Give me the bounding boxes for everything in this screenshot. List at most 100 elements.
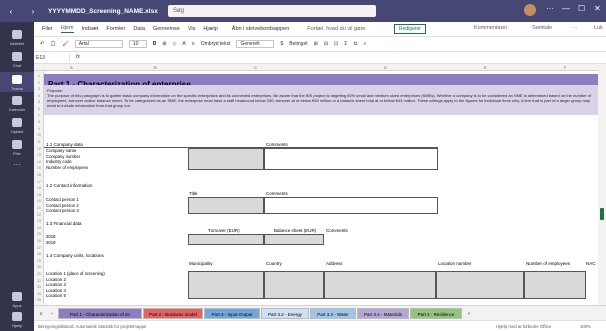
row-number[interactable]: 1: [34, 74, 44, 78]
rail-item-teams[interactable]: Teams: [0, 72, 34, 92]
row-number[interactable]: 3: [34, 87, 44, 91]
insert-icon[interactable]: ⊞: [314, 41, 318, 47]
company-comments-input[interactable]: [264, 148, 438, 170]
row-number[interactable]: 32: [34, 279, 44, 283]
row-number[interactable]: 28: [34, 252, 44, 256]
row-number[interactable]: 27: [34, 246, 44, 250]
autosum-icon[interactable]: Σ: [344, 41, 347, 47]
rail-item-calendar[interactable]: Kalender: [0, 96, 34, 112]
delete-icon[interactable]: ⊟: [324, 41, 328, 47]
location-number-input[interactable]: [436, 271, 524, 299]
search-input[interactable]: Søg: [168, 5, 376, 17]
row-number[interactable]: 15: [34, 166, 44, 170]
balance-input[interactable]: [264, 234, 324, 245]
currency-icon[interactable]: $: [280, 41, 283, 47]
help-improve-link[interactable]: Hjælp med at forbedre Office: [496, 324, 551, 329]
more-icon[interactable]: ···: [546, 4, 554, 13]
tab-part-4[interactable]: Part 4 - Resilience: [410, 308, 462, 319]
align-icon[interactable]: ≡: [192, 41, 195, 47]
number-format-select[interactable]: Generelt: [236, 40, 275, 48]
conversation-button[interactable]: Samtale: [532, 25, 552, 31]
row-number[interactable]: 9: [34, 127, 44, 131]
row-number[interactable]: 30: [34, 265, 44, 269]
add-sheet-button[interactable]: +: [464, 308, 474, 319]
row-number[interactable]: 16: [34, 173, 44, 177]
contact-comments-input[interactable]: [264, 197, 438, 214]
country-input[interactable]: [264, 271, 324, 299]
menu-review[interactable]: Gennemse: [153, 26, 180, 32]
row-number[interactable]: 13: [34, 153, 44, 157]
menu-help[interactable]: Hjælp: [203, 26, 217, 32]
row-number[interactable]: 20: [34, 199, 44, 203]
close-button[interactable]: Luk: [594, 25, 603, 31]
sort-icon[interactable]: ⇅: [353, 41, 357, 47]
row-number[interactable]: 12: [34, 147, 44, 151]
row-number[interactable]: 21: [34, 206, 44, 210]
scrollbar-thumb[interactable]: [600, 208, 604, 220]
address-input[interactable]: [324, 271, 436, 299]
tab-part-3-3[interactable]: Part 3.3 - Water: [310, 308, 356, 319]
vertical-scrollbar[interactable]: [598, 64, 606, 305]
bold-button[interactable]: B: [153, 41, 157, 47]
minimize-icon[interactable]: —: [562, 4, 570, 13]
row-number[interactable]: 8: [34, 120, 44, 124]
row-number[interactable]: 6: [34, 107, 44, 111]
clipboard-icon[interactable]: 📋: [50, 41, 56, 47]
tab-scroll-icon[interactable]: ›: [48, 308, 56, 319]
rail-item-activity[interactable]: Aktivitet: [0, 30, 34, 46]
municipality-input[interactable]: [188, 271, 264, 299]
row-number[interactable]: 29: [34, 259, 44, 263]
menu-file[interactable]: Filer: [42, 26, 53, 32]
menu-formulas[interactable]: Formler: [106, 26, 125, 32]
forward-arrow-icon[interactable]: ›: [22, 7, 44, 16]
format-icon[interactable]: ⊡: [334, 41, 338, 47]
employees-input[interactable]: [524, 271, 586, 299]
editing-mode-button[interactable]: Redigerer: [394, 24, 426, 34]
conditional-formatting-button[interactable]: Betinget: [289, 41, 307, 47]
rail-item-calls[interactable]: Opkald: [0, 118, 34, 134]
font-color-icon[interactable]: A: [182, 41, 185, 47]
row-number[interactable]: 10: [34, 133, 44, 137]
row-number[interactable]: 35: [34, 298, 44, 302]
comments-button[interactable]: Kommentarer: [474, 25, 507, 31]
font-select[interactable]: Arial: [74, 40, 123, 48]
rail-item-apps[interactable]: Apps: [0, 292, 34, 308]
column-header[interactable]: D: [384, 64, 387, 71]
tab-part-3-2[interactable]: Part 3.2 - Energy: [261, 308, 309, 319]
row-number[interactable]: 2: [34, 81, 44, 85]
menu-insert[interactable]: Indsæt: [82, 26, 99, 32]
format-painter-icon[interactable]: 🖌: [62, 41, 68, 47]
spreadsheet-grid[interactable]: A B C D E F 1 2 3 4 5 6 7 8 9 10 11 12 13 14 15 16 17 18 1…: [34, 64, 598, 305]
rail-item-help[interactable]: Hjælp: [0, 312, 34, 328]
column-header[interactable]: A: [70, 64, 73, 71]
row-number[interactable]: 7: [34, 114, 44, 118]
row-number[interactable]: 34: [34, 292, 44, 296]
row-number[interactable]: 19: [34, 193, 44, 197]
row-number[interactable]: 22: [34, 213, 44, 217]
maximize-icon[interactable]: ☐: [578, 4, 585, 13]
row-number[interactable]: 18: [34, 186, 44, 190]
row-number[interactable]: 4: [34, 94, 44, 98]
column-header[interactable]: F: [564, 64, 566, 71]
turnover-input[interactable]: [188, 234, 264, 245]
avatar[interactable]: [524, 4, 536, 16]
back-arrow-icon[interactable]: ‹: [0, 7, 22, 16]
menu-view[interactable]: Vis: [188, 26, 196, 32]
tab-part-3[interactable]: Part 3 - Input-Output: [204, 308, 260, 319]
company-data-input[interactable]: [188, 148, 264, 170]
rail-item-files[interactable]: Filer: [0, 140, 34, 156]
undo-icon[interactable]: ↶: [40, 41, 44, 47]
row-number[interactable]: 33: [34, 285, 44, 289]
open-desktop-link[interactable]: Åbn i skrivebordsappen: [232, 26, 289, 32]
row-number[interactable]: 25: [34, 232, 44, 236]
menu-home[interactable]: Hjem: [60, 25, 74, 33]
tab-part-1[interactable]: Part 1 - Characterization of en: [58, 308, 142, 319]
tabs-menu-icon[interactable]: ≡: [36, 308, 46, 319]
name-box[interactable]: E13: [36, 54, 70, 62]
row-number[interactable]: 23: [34, 219, 44, 223]
menu-data[interactable]: Data: [133, 26, 145, 32]
row-number[interactable]: 24: [34, 226, 44, 230]
zoom-level[interactable]: 100%: [580, 324, 591, 329]
fill-color-icon[interactable]: ◇: [173, 41, 177, 47]
close-window-icon[interactable]: ✕: [594, 4, 601, 13]
